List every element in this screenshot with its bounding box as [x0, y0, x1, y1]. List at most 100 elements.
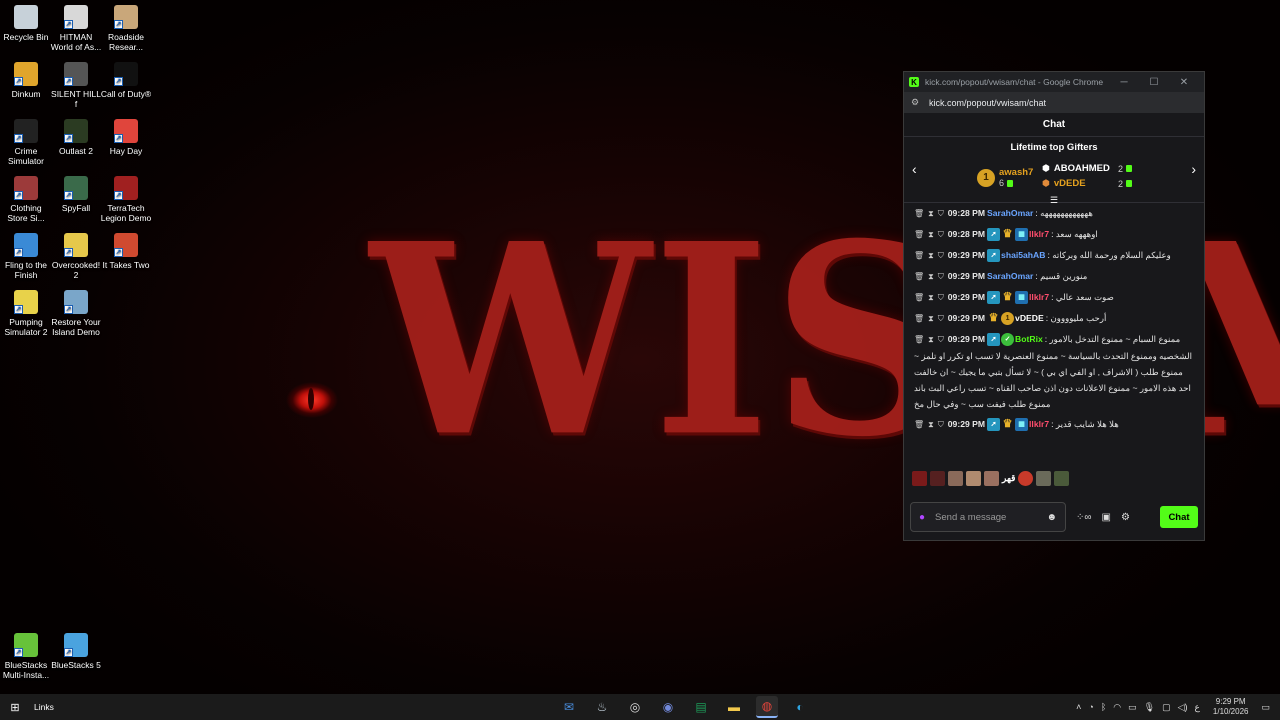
desktop-icon[interactable]: Recycle Bin: [0, 5, 52, 42]
clock[interactable]: 9:29 PM 1/10/2026: [1213, 697, 1249, 717]
shield-icon[interactable]: ⛉: [938, 332, 944, 348]
chat-message[interactable]: 🗑 ⧗ ⛉ 09:28 PM ➚ ♛ ▦ llklr7: اوهههه سعد: [910, 224, 1198, 245]
chevron-right-icon[interactable]: ›: [1191, 161, 1196, 177]
window-titlebar[interactable]: K kick.com/popout/vwisam/chat - Google C…: [904, 72, 1204, 92]
desktop-icon[interactable]: ↗ Clothing Store Si...: [0, 176, 52, 223]
desktop-icon[interactable]: ↗ HITMAN World of As...: [50, 5, 102, 52]
emote-icon[interactable]: [966, 470, 981, 486]
message-username[interactable]: llklr7: [1029, 292, 1049, 302]
shield-icon[interactable]: ⛉: [938, 417, 944, 433]
desktop-icon[interactable]: ↗ SILENT HILL f: [50, 62, 102, 109]
bluetooth-icon[interactable]: ᛒ: [1101, 702, 1106, 712]
desktop-icon[interactable]: ↗ Fling to the Finish: [0, 233, 52, 280]
message-username[interactable]: SarahOmar: [987, 271, 1033, 281]
trash-icon[interactable]: 🗑: [914, 290, 924, 306]
chevron-left-icon[interactable]: ‹: [912, 161, 917, 177]
message-username[interactable]: llklr7: [1029, 419, 1049, 429]
network-icon[interactable]: ◔: [1088, 702, 1093, 712]
emote-icon[interactable]: [1054, 470, 1070, 486]
emote-icon[interactable]: [912, 470, 927, 486]
desktop-icon[interactable]: ↗ Crime Simulator: [0, 119, 52, 166]
links-toolbar[interactable]: Links: [34, 702, 54, 712]
desktop-icon[interactable]: ↗ Outlast 2: [50, 119, 102, 156]
gift-icon[interactable]: ▣: [1102, 512, 1111, 523]
battery-icon[interactable]: ▭: [1128, 702, 1137, 713]
message-username[interactable]: BotRix: [1015, 334, 1043, 344]
chat-message[interactable]: 🗑 ⧗ ⛉ 09:29 PM ➚ ♛ ▦ llklr7: صوت سعد عالي: [910, 287, 1198, 308]
shield-icon[interactable]: ⛉: [938, 290, 944, 306]
shield-icon[interactable]: ⛉: [938, 227, 944, 243]
minimize-button[interactable]: ─: [1109, 77, 1139, 88]
trash-icon[interactable]: 🗑: [914, 269, 924, 285]
timeout-icon[interactable]: ⧗: [928, 290, 934, 306]
volume-icon[interactable]: ◁): [1178, 702, 1188, 713]
gifter-rank-2[interactable]: ⬢ ABOAHMED 2: [1042, 163, 1132, 174]
timeout-icon[interactable]: ⧗: [928, 269, 934, 285]
message-input[interactable]: ● Send a message ☻: [910, 502, 1066, 532]
close-button[interactable]: ✕: [1169, 77, 1199, 88]
trash-icon[interactable]: 🗑: [914, 227, 924, 243]
mic-icon[interactable]: 🎙: [1144, 702, 1155, 713]
emote-icon[interactable]: [984, 470, 999, 486]
shield-icon[interactable]: ⛉: [938, 206, 944, 222]
trash-icon[interactable]: 🗑: [914, 248, 924, 264]
desktop-icon[interactable]: ↗ Pumping Simulator 2: [0, 290, 52, 337]
wifi-icon[interactable]: ◠: [1113, 702, 1121, 713]
desktop-icon[interactable]: ↗ SpyFall: [50, 176, 102, 213]
message-username[interactable]: SarahOmar: [987, 208, 1033, 218]
message-username[interactable]: shai5ahAB: [1001, 250, 1045, 260]
site-settings-icon[interactable]: ⚙: [911, 97, 921, 108]
chat-message[interactable]: 🗑 ⧗ ⛉ 09:29 PM ♛ 1 vDEDE: أرحب مليوووون: [910, 308, 1198, 329]
gifter-rank-3[interactable]: ⬢ vDEDE 2: [1042, 178, 1132, 189]
file-explorer-icon[interactable]: ▬: [723, 696, 745, 718]
desktop-icon[interactable]: ↗ Overcooked! 2: [50, 233, 102, 280]
xbox-icon[interactable]: ▤: [690, 696, 712, 718]
chat-message[interactable]: 🗑 ⧗ ⛉ 09:29 PM ➚ ♛ ▦ llklr7: هلا هلا شايب قدير: [910, 414, 1198, 435]
timeout-icon[interactable]: ⧗: [928, 206, 934, 222]
trash-icon[interactable]: 🗑: [914, 311, 924, 327]
chat-message[interactable]: 🗑 ⧗ ⛉ 09:29 PM ➚ shai5ahAB: وعليكم السلام ورح…: [910, 245, 1198, 266]
desktop-icon[interactable]: ↗ Dinkum: [0, 62, 52, 99]
edge-icon[interactable]: ◐: [789, 696, 811, 718]
desktop-icon[interactable]: ↗ It Takes Two: [100, 233, 152, 270]
trash-icon[interactable]: 🗑: [914, 332, 924, 348]
chrome-icon[interactable]: ◍: [756, 696, 778, 718]
microphone-icon[interactable]: ●: [919, 512, 925, 523]
gifter-rank-1[interactable]: 1 awash7 6: [977, 167, 1033, 188]
chat-message[interactable]: 🗑 ⧗ ⛉ 09:28 PM SarahOmar: ههههههههههههه: [910, 203, 1198, 224]
emote-text[interactable]: قهر: [1002, 473, 1015, 484]
timeout-icon[interactable]: ⧗: [928, 227, 934, 243]
emote-icon[interactable]: [1018, 470, 1034, 486]
timeout-icon[interactable]: ⧗: [928, 417, 934, 433]
trash-icon[interactable]: 🗑: [914, 417, 924, 433]
chat-message[interactable]: 🗑 ⧗ ⛉ 09:29 PM SarahOmar: منورين قسيم: [910, 266, 1198, 287]
shield-icon[interactable]: ⛉: [938, 311, 944, 327]
windows-start-icon[interactable]: ⊞: [0, 701, 30, 714]
desktop-icon[interactable]: ↗ Roadside Resear...: [100, 5, 152, 52]
timeout-icon[interactable]: ⧗: [928, 311, 934, 327]
address-bar[interactable]: ⚙ kick.com/popout/vwisam/chat: [904, 92, 1204, 113]
chat-message[interactable]: 🗑 ⧗ ⛉ 09:29 PM ➚ ✓ BotRix: ممنوع السبام ~ ممنو…: [910, 329, 1198, 414]
desktop-icon[interactable]: ↗ Call of Duty®: [100, 62, 152, 99]
settings-icon[interactable]: ⚙: [1121, 512, 1130, 523]
message-username[interactable]: llklr7: [1029, 229, 1049, 239]
discord-icon[interactable]: ◉: [657, 696, 679, 718]
display-icon[interactable]: ▢: [1162, 702, 1171, 713]
desktop-icon[interactable]: ↗ Hay Day: [100, 119, 152, 156]
emoji-icon[interactable]: ☻: [1046, 512, 1057, 523]
desktop-icon[interactable]: ↗ BlueStacks 5: [50, 633, 102, 670]
hoyoplay-icon[interactable]: ◎: [624, 696, 646, 718]
desktop-icon[interactable]: ↗ BlueStacks Multi-Insta...: [0, 633, 52, 680]
timeout-icon[interactable]: ⧗: [928, 248, 934, 264]
emote-icon[interactable]: [1036, 470, 1052, 486]
emote-icon[interactable]: [948, 470, 963, 486]
language-indicator[interactable]: ع: [1195, 702, 1200, 713]
timeout-icon[interactable]: ⧗: [928, 332, 934, 348]
notifications-icon[interactable]: ▭: [1261, 702, 1270, 713]
emote-icon[interactable]: [930, 470, 945, 486]
trash-icon[interactable]: 🗑: [914, 206, 924, 222]
points-icon[interactable]: ⁘∞: [1076, 512, 1092, 523]
chevron-up-icon[interactable]: ˄: [1076, 702, 1081, 712]
desktop-icon[interactable]: ↗ TerraTech Legion Demo: [100, 176, 152, 223]
message-username[interactable]: vDEDE: [1015, 313, 1044, 323]
